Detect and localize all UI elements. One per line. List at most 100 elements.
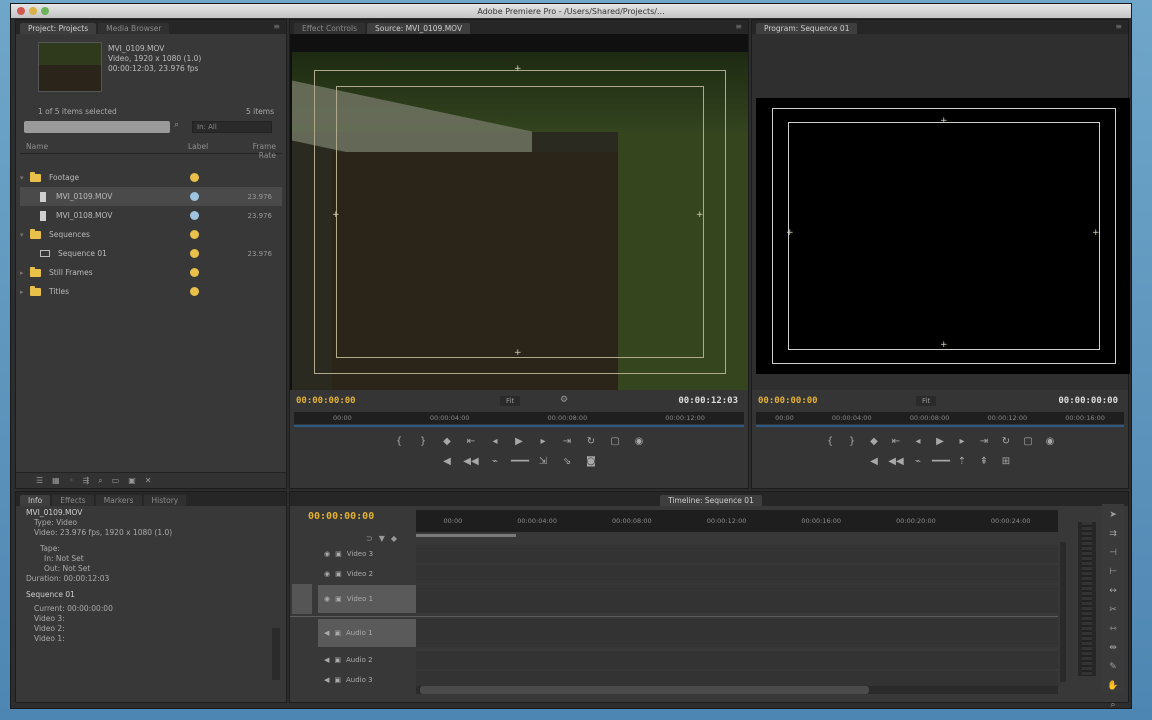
add-marker-icon[interactable]: ◆ — [866, 436, 882, 447]
add-marker-icon[interactable]: ◆ — [439, 436, 455, 447]
scroll-thumb[interactable] — [420, 686, 870, 694]
insert-icon[interactable]: ⇲ — [535, 456, 551, 467]
zoom-tool-icon[interactable]: ⌕ — [1110, 700, 1115, 710]
column-label[interactable]: Label — [188, 142, 248, 153]
track-header[interactable]: ◉ ▣ Video 2 — [318, 565, 416, 583]
speaker-icon[interactable]: ◀ — [324, 629, 329, 637]
eye-icon[interactable]: ◉ — [324, 570, 330, 578]
shuttle-left-icon[interactable]: ◀ — [866, 456, 882, 467]
close-window-button[interactable] — [17, 7, 25, 15]
loop-icon[interactable]: ↻ — [998, 436, 1014, 447]
eye-icon[interactable]: ◉ — [324, 595, 330, 603]
zoom-window-button[interactable] — [41, 7, 49, 15]
panel-menu-icon[interactable]: ≡ — [735, 22, 742, 31]
timeline-horizontal-scrollbar[interactable] — [416, 686, 1058, 694]
disclosure-arrow-icon[interactable]: ▾ — [20, 174, 30, 182]
lock-icon[interactable]: ▣ — [334, 629, 341, 637]
timeline-ruler[interactable]: 00:00 00:00:04:00 00:00:08:00 00:00:12:0… — [416, 510, 1058, 532]
lock-icon[interactable]: ▣ — [334, 656, 341, 664]
mark-out-icon[interactable]: } — [415, 436, 431, 447]
column-frame-rate[interactable]: Frame Rate — [248, 142, 282, 160]
tab-project[interactable]: Project: Projects — [20, 23, 97, 34]
step-forward-icon[interactable]: ▸ — [535, 436, 551, 447]
track-lane[interactable] — [416, 619, 1058, 647]
automate-icon[interactable]: ⇶ — [82, 476, 89, 485]
step-back-icon[interactable]: ◂ — [910, 436, 926, 447]
info-scrollbar[interactable] — [272, 628, 280, 680]
tab-effect-controls[interactable]: Effect Controls — [294, 23, 365, 34]
icon-view-icon[interactable]: ▦ — [52, 476, 60, 485]
lock-icon[interactable]: ▣ — [335, 570, 342, 578]
slide-tool-icon[interactable]: ⇹ — [1109, 643, 1117, 653]
program-viewer[interactable]: + + + + — [752, 34, 1130, 390]
tab-timeline[interactable]: Timeline: Sequence 01 — [660, 495, 762, 506]
tree-item-sequence[interactable]: Sequence 01 23.976 — [20, 244, 282, 263]
safe-margins-icon[interactable]: ▢ — [607, 436, 623, 447]
disclosure-arrow-icon[interactable]: ▸ — [20, 288, 30, 296]
go-to-in-icon[interactable]: ⇤ — [463, 436, 479, 447]
tab-history[interactable]: History — [143, 495, 187, 506]
track-header[interactable]: ◀ ▣ Audio 2 — [318, 651, 416, 669]
zoom-slider-icon[interactable]: ◦ — [69, 476, 74, 485]
tree-item-sequences[interactable]: ▾ Sequences — [20, 225, 282, 244]
trim-icon[interactable]: ⊞ — [998, 456, 1014, 467]
program-time-ruler[interactable]: 00:00 00:00:04:00 00:00:08:00 00:00:12:0… — [756, 412, 1124, 427]
panel-menu-icon[interactable]: ≡ — [1115, 22, 1122, 31]
column-name[interactable]: Name — [20, 142, 188, 153]
tab-media-browser[interactable]: Media Browser — [98, 23, 170, 34]
tree-item-titles[interactable]: ▸ Titles — [20, 282, 282, 301]
track-header[interactable]: ◀ ▣ Audio 3 — [318, 671, 416, 689]
step-forward-icon[interactable]: ▸ — [954, 436, 970, 447]
mark-in-icon[interactable]: { — [822, 436, 838, 447]
lock-icon[interactable]: ▣ — [334, 676, 341, 684]
track-lane[interactable] — [416, 651, 1058, 669]
slip-tool-icon[interactable]: ⇿ — [1109, 624, 1117, 634]
timeline-vertical-scrollbar[interactable] — [1060, 542, 1066, 682]
tab-markers[interactable]: Markers — [95, 495, 142, 506]
track-header[interactable]: ◉ ▣ Video 1 — [318, 585, 416, 613]
track-lane[interactable] — [416, 585, 1058, 613]
jog-icon[interactable]: ⌁ — [910, 456, 926, 467]
rewind-icon[interactable]: ◀◀ — [888, 456, 904, 467]
source-viewer[interactable]: + + + + — [290, 34, 748, 392]
track-lane[interactable] — [416, 545, 1058, 563]
shuttle-left-icon[interactable]: ◀ — [439, 456, 455, 467]
new-bin-icon[interactable]: ▭ — [112, 476, 120, 485]
hand-tool-icon[interactable]: ✋ — [1107, 681, 1118, 691]
mark-out-icon[interactable]: } — [844, 436, 860, 447]
find-icon[interactable]: ⌕ — [98, 476, 102, 486]
safe-margins-icon[interactable]: ▢ — [1020, 436, 1036, 447]
go-to-in-icon[interactable]: ⇤ — [888, 436, 904, 447]
jog-wheel-icon[interactable]: ━━━ — [932, 456, 950, 467]
tab-effects[interactable]: Effects — [52, 495, 94, 506]
track-lane[interactable] — [416, 565, 1058, 583]
timeline-timecode[interactable]: 00:00:00:00 — [308, 511, 374, 522]
delete-icon[interactable]: ✕ — [145, 476, 152, 485]
track-header[interactable]: ◉ ▣ Video 3 — [318, 545, 416, 563]
rewind-icon[interactable]: ◀◀ — [463, 456, 479, 467]
eye-icon[interactable]: ◉ — [324, 550, 330, 558]
panel-menu-icon[interactable]: ≡ — [273, 22, 280, 31]
tree-item-clip[interactable]: MVI_0108.MOV 23.976 — [20, 206, 282, 225]
jog-wheel-icon[interactable]: ━━━ — [511, 456, 529, 467]
tab-source[interactable]: Source: MVI_0109.MOV — [367, 23, 471, 34]
razor-tool-icon[interactable]: ✂ — [1109, 605, 1117, 615]
settings-icon[interactable]: ◆ — [391, 534, 397, 543]
tree-item-clip[interactable]: MVI_0109.MOV 23.976 — [20, 187, 282, 206]
tab-program[interactable]: Program: Sequence 01 — [756, 23, 858, 34]
wrench-icon[interactable]: ⚙ — [560, 395, 568, 405]
speaker-icon[interactable]: ◀ — [324, 676, 329, 684]
go-to-out-icon[interactable]: ⇥ — [976, 436, 992, 447]
program-fit-dropdown[interactable]: Fit — [916, 396, 937, 406]
selection-tool-icon[interactable]: ➤ — [1109, 510, 1117, 520]
overwrite-icon[interactable]: ⇘ — [559, 456, 575, 467]
lock-icon[interactable]: ▣ — [335, 595, 342, 603]
extract-icon[interactable]: ⇞ — [976, 456, 992, 467]
ripple-edit-tool-icon[interactable]: ⊣ — [1109, 548, 1117, 558]
disclosure-arrow-icon[interactable]: ▾ — [20, 231, 30, 239]
program-current-timecode[interactable]: 00:00:00:00 — [758, 396, 818, 406]
snap-icon[interactable]: ⊃ — [366, 534, 373, 543]
track-select-tool-icon[interactable]: ⇉ — [1109, 529, 1117, 539]
jog-icon[interactable]: ⌁ — [487, 456, 503, 467]
lift-icon[interactable]: ⇡ — [954, 456, 970, 467]
